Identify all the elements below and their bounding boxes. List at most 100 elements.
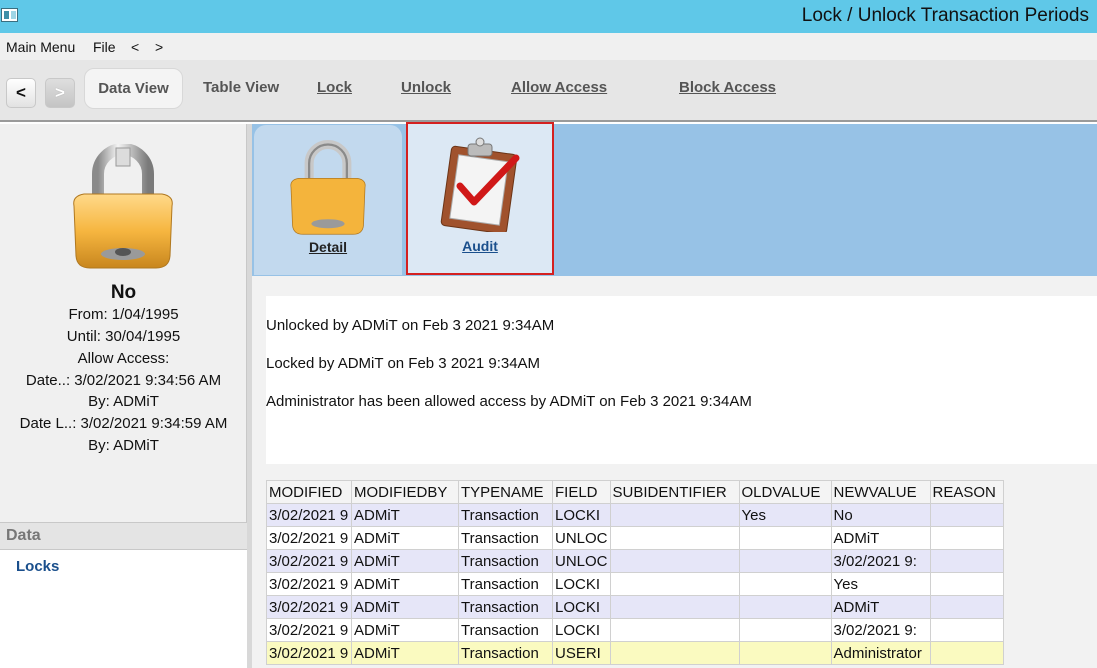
tab-audit-label: Audit xyxy=(462,238,498,254)
allow-access-label: Allow Access: xyxy=(77,350,170,367)
menu-file[interactable]: File xyxy=(93,39,116,55)
table-view-button[interactable]: Table View xyxy=(203,79,279,96)
table-cell[interactable] xyxy=(609,641,740,665)
lock-by: By: ADMiT xyxy=(88,437,159,454)
table-cell[interactable]: 3/02/2021 9 xyxy=(266,595,352,619)
table-cell[interactable]: Transaction xyxy=(458,572,553,596)
table-cell[interactable] xyxy=(929,503,1004,527)
table-cell[interactable] xyxy=(609,595,740,619)
table-cell[interactable] xyxy=(738,641,832,665)
table-cell[interactable]: LOCKI xyxy=(552,618,611,642)
table-cell[interactable]: Yes xyxy=(738,503,832,527)
lock-button[interactable]: Lock xyxy=(317,79,352,96)
table-cell[interactable]: 3/02/2021 9 xyxy=(266,549,352,573)
table-cell[interactable]: LOCKI xyxy=(552,503,611,527)
data-section-header[interactable]: Data xyxy=(0,522,247,550)
data-section-body: Locks xyxy=(0,550,247,668)
table-cell[interactable] xyxy=(738,526,832,550)
table-cell[interactable]: 3/02/2021 9 xyxy=(266,618,352,642)
table-cell[interactable]: ADMiT xyxy=(351,641,459,665)
table-cell[interactable]: USERI xyxy=(552,641,611,665)
table-cell[interactable]: LOCKI xyxy=(552,595,611,619)
table-cell[interactable]: UNLOC xyxy=(552,549,611,573)
allow-access-button[interactable]: Allow Access xyxy=(511,79,607,96)
audit-line: Locked by ADMiT on Feb 3 2021 9:34AM xyxy=(266,355,541,372)
table-cell[interactable]: Transaction xyxy=(458,549,553,573)
table-cell[interactable]: ADMiT xyxy=(351,526,459,550)
audit-area: Unlocked by ADMiT on Feb 3 2021 9:34AM L… xyxy=(252,276,1097,668)
table-cell[interactable]: 3/02/2021 9: xyxy=(830,549,931,573)
toolbar: < > Data View Table View Lock Unlock All… xyxy=(0,60,1097,122)
table-cell[interactable] xyxy=(609,572,740,596)
column-header[interactable]: MODIFIED xyxy=(266,480,352,504)
column-header[interactable]: REASON xyxy=(929,480,1004,504)
menu-back[interactable]: < xyxy=(131,39,139,55)
table-cell[interactable] xyxy=(609,549,740,573)
table-cell[interactable] xyxy=(738,572,832,596)
table-cell[interactable]: ADMiT xyxy=(351,572,459,596)
padlock-icon xyxy=(288,139,368,243)
table-cell[interactable]: LOCKI xyxy=(552,572,611,596)
table-cell[interactable] xyxy=(609,503,740,527)
table-cell[interactable] xyxy=(929,549,1004,573)
column-header[interactable]: OLDVALUE xyxy=(738,480,832,504)
table-cell[interactable]: ADMiT xyxy=(830,595,931,619)
table-cell[interactable]: ADMiT xyxy=(351,503,459,527)
table-row[interactable]: 3/02/2021 9 ADMiT Transaction UNLOC 3/02/202… xyxy=(266,549,1004,573)
menu-main-menu[interactable]: Main Menu xyxy=(6,39,75,55)
forward-button[interactable]: > xyxy=(45,78,75,108)
tab-detail[interactable]: Detail xyxy=(254,125,402,275)
table-cell[interactable]: Administrator xyxy=(830,641,931,665)
table-cell[interactable] xyxy=(738,549,832,573)
table-cell[interactable] xyxy=(609,526,740,550)
table-row[interactable]: 3/02/2021 9 ADMiT Transaction LOCKI Yes No xyxy=(266,503,1004,527)
table-cell[interactable]: UNLOC xyxy=(552,526,611,550)
table-cell[interactable]: ADMiT xyxy=(351,549,459,573)
table-cell[interactable]: 3/02/2021 9 xyxy=(266,503,352,527)
table-cell[interactable] xyxy=(929,641,1004,665)
table-cell[interactable]: 3/02/2021 9 xyxy=(266,572,352,596)
table-cell[interactable] xyxy=(929,572,1004,596)
padlock-icon xyxy=(70,143,176,276)
data-view-button[interactable]: Data View xyxy=(84,68,183,109)
period-from: From: 1/04/1995 xyxy=(68,306,179,323)
table-cell[interactable] xyxy=(738,618,832,642)
table-cell[interactable]: 3/02/2021 9: xyxy=(830,618,931,642)
table-cell[interactable]: Yes xyxy=(830,572,931,596)
table-cell[interactable]: Transaction xyxy=(458,595,553,619)
back-button[interactable]: < xyxy=(6,78,36,108)
table-cell[interactable] xyxy=(929,595,1004,619)
app-icon[interactable] xyxy=(1,8,18,22)
unlock-button[interactable]: Unlock xyxy=(401,79,451,96)
column-header[interactable]: TYPENAME xyxy=(458,480,553,504)
table-row[interactable]: 3/02/2021 9 ADMiT Transaction LOCKI Yes xyxy=(266,572,1004,596)
table-row[interactable]: 3/02/2021 9 ADMiT Transaction UNLOC ADMiT xyxy=(266,526,1004,550)
table-row[interactable]: 3/02/2021 9 ADMiT Transaction LOCKI ADMiT xyxy=(266,595,1004,619)
table-row[interactable]: 3/02/2021 9 ADMiT Transaction LOCKI 3/02/202… xyxy=(266,618,1004,642)
tab-audit[interactable]: Audit xyxy=(406,122,554,275)
table-cell[interactable]: Transaction xyxy=(458,641,553,665)
table-cell[interactable] xyxy=(929,618,1004,642)
table-cell[interactable]: No xyxy=(830,503,931,527)
locks-link[interactable]: Locks xyxy=(16,558,59,575)
table-cell[interactable]: 3/02/2021 9 xyxy=(266,641,352,665)
tab-strip: Detail Audit xyxy=(252,122,1097,276)
menu-forward[interactable]: > xyxy=(155,39,163,55)
table-cell[interactable]: Transaction xyxy=(458,526,553,550)
table-cell[interactable]: ADMiT xyxy=(830,526,931,550)
table-cell[interactable] xyxy=(609,618,740,642)
table-cell[interactable]: ADMiT xyxy=(351,595,459,619)
table-cell[interactable] xyxy=(929,526,1004,550)
block-access-button[interactable]: Block Access xyxy=(679,79,776,96)
table-cell[interactable] xyxy=(738,595,832,619)
table-cell[interactable]: Transaction xyxy=(458,503,553,527)
table-cell[interactable]: ADMiT xyxy=(351,618,459,642)
column-header[interactable]: FIELD xyxy=(552,480,611,504)
menu-bar: Main Menu File < > xyxy=(0,33,1097,60)
column-header[interactable]: MODIFIEDBY xyxy=(351,480,459,504)
table-cell[interactable]: Transaction xyxy=(458,618,553,642)
column-header[interactable]: NEWVALUE xyxy=(830,480,931,504)
column-header[interactable]: SUBIDENTIFIER xyxy=(609,480,740,504)
table-cell[interactable]: 3/02/2021 9 xyxy=(266,526,352,550)
table-row[interactable]: 3/02/2021 9 ADMiT Transaction USERI Administ… xyxy=(266,641,1004,665)
